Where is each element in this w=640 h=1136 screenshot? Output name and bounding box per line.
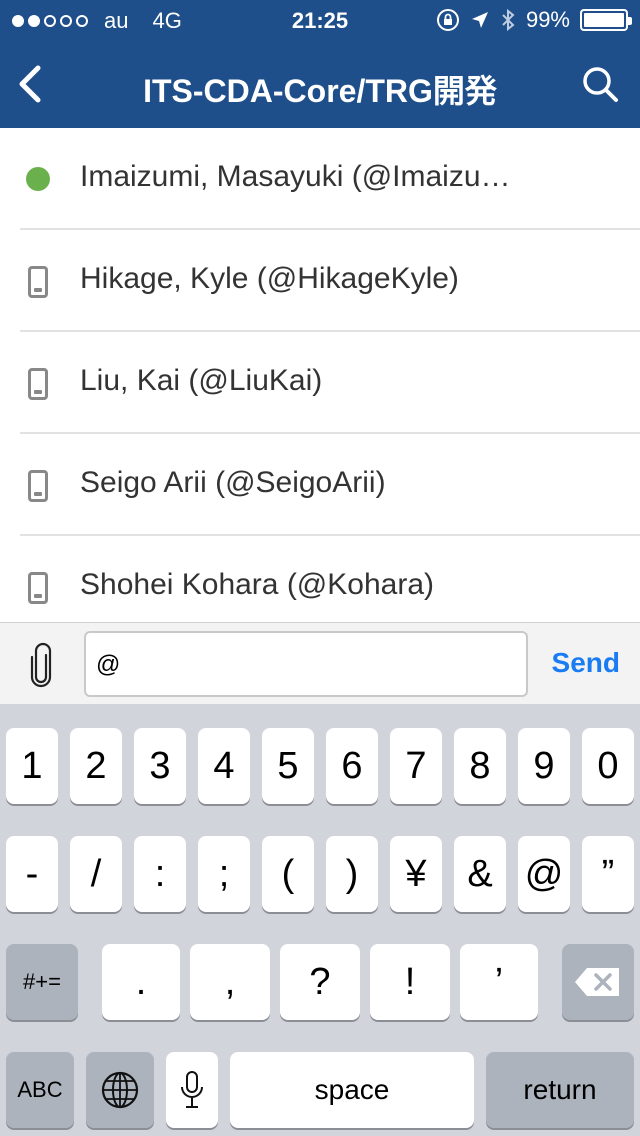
- key-7[interactable]: 7: [390, 728, 442, 804]
- backspace-icon: [575, 968, 619, 996]
- key-abc[interactable]: ABC: [6, 1052, 74, 1128]
- key-period[interactable]: .: [102, 944, 180, 1020]
- key-9[interactable]: 9: [518, 728, 570, 804]
- member-row[interactable]: Seigo Arii (@SeigoArii): [0, 434, 640, 536]
- key-6[interactable]: 6: [326, 728, 378, 804]
- key-ampersand[interactable]: &: [454, 836, 506, 912]
- search-icon[interactable]: [580, 64, 620, 104]
- mobile-phone-icon: [28, 266, 48, 298]
- battery-icon: [580, 9, 632, 31]
- globe-key[interactable]: [86, 1052, 154, 1128]
- member-name: Imaizumi, Masayuki (@Imaizu…: [80, 160, 511, 193]
- key-comma[interactable]: ,: [190, 944, 270, 1020]
- dictation-key[interactable]: [166, 1052, 218, 1128]
- key-1[interactable]: 1: [6, 728, 58, 804]
- key-question[interactable]: ?: [280, 944, 360, 1020]
- key-hyphen[interactable]: -: [6, 836, 58, 912]
- space-key[interactable]: space: [230, 1052, 474, 1128]
- send-button[interactable]: Send: [552, 647, 620, 679]
- mobile-phone-icon: [28, 572, 48, 604]
- battery-fill: [584, 13, 624, 27]
- return-key[interactable]: return: [486, 1052, 634, 1128]
- key-0[interactable]: 0: [582, 728, 634, 804]
- key-apostrophe[interactable]: ’: [460, 944, 538, 1020]
- status-right: 99%: [436, 7, 632, 33]
- battery-percent: 99%: [525, 7, 570, 32]
- key-quote[interactable]: ”: [582, 836, 634, 912]
- globe-icon: [101, 1071, 139, 1109]
- key-4[interactable]: 4: [198, 728, 250, 804]
- key-3[interactable]: 3: [134, 728, 186, 804]
- member-name: Seigo Arii (@SeigoArii): [80, 466, 386, 499]
- mobile-phone-icon: [28, 470, 48, 502]
- paperclip-icon[interactable]: [26, 641, 56, 689]
- key-exclamation[interactable]: !: [370, 944, 450, 1020]
- mobile-phone-icon: [28, 368, 48, 400]
- online-status-icon: [26, 167, 50, 191]
- member-row[interactable]: Liu, Kai (@LiuKai): [0, 332, 640, 434]
- keyboard: 1 2 3 4 5 6 7 8 9 0 - / : ; ( ) ¥ & @ ” …: [0, 704, 640, 1136]
- message-input[interactable]: @: [84, 631, 528, 697]
- location-arrow-icon: [471, 12, 488, 28]
- nav-bar: ITS-CDA-Core/TRG開発: [0, 40, 640, 128]
- orientation-lock-icon: [436, 9, 459, 31]
- chevron-left-icon[interactable]: [12, 62, 48, 106]
- key-at[interactable]: @: [518, 836, 570, 912]
- member-name: Shohei Kohara (@Kohara): [80, 568, 434, 601]
- key-colon[interactable]: :: [134, 836, 186, 912]
- key-open-paren[interactable]: (: [262, 836, 314, 912]
- member-row[interactable]: Shohei Kohara (@Kohara): [0, 536, 640, 622]
- key-slash[interactable]: /: [70, 836, 122, 912]
- member-name: Hikage, Kyle (@HikageKyle): [80, 262, 459, 295]
- page-title: ITS-CDA-Core/TRG開発: [143, 73, 497, 109]
- key-yen[interactable]: ¥: [390, 836, 442, 912]
- key-more-symbols[interactable]: #+=: [6, 944, 78, 1020]
- header: au 4G 21:25 99% ITS-CDA-Core/TRG開発: [0, 0, 640, 128]
- backspace-key[interactable]: [562, 944, 634, 1020]
- message-composer: @ Send: [0, 622, 640, 704]
- key-8[interactable]: 8: [454, 728, 506, 804]
- key-5[interactable]: 5: [262, 728, 314, 804]
- key-close-paren[interactable]: ): [326, 836, 378, 912]
- key-semicolon[interactable]: ;: [198, 836, 250, 912]
- member-list: Imaizumi, Masayuki (@Imaizu… Hikage, Kyl…: [0, 128, 640, 622]
- member-row[interactable]: Imaizumi, Masayuki (@Imaizu…: [0, 128, 640, 230]
- key-2[interactable]: 2: [70, 728, 122, 804]
- status-bar: au 4G 21:25 99%: [0, 0, 640, 40]
- bluetooth-icon: [502, 8, 515, 32]
- member-name: Liu, Kai (@LiuKai): [80, 364, 323, 397]
- member-row[interactable]: Hikage, Kyle (@HikageKyle): [0, 230, 640, 332]
- microphone-icon: [181, 1071, 203, 1108]
